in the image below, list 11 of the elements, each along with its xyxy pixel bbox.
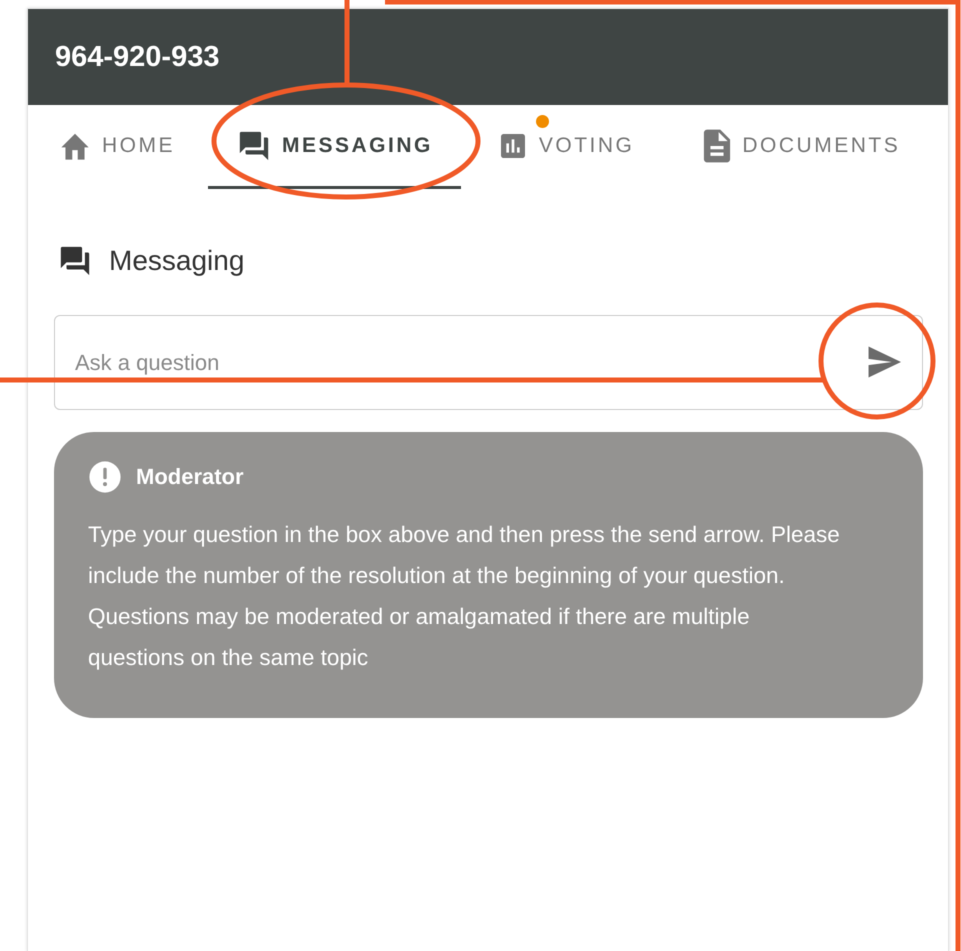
question-field[interactable]: Ask a question bbox=[54, 315, 923, 410]
nav-tab[interactable]: MESSAGING bbox=[208, 105, 461, 189]
nav-tab[interactable]: DOCUMENTS bbox=[699, 105, 904, 189]
alert-icon bbox=[88, 460, 122, 494]
nav-tab[interactable]: VOTING bbox=[494, 105, 638, 189]
meeting-id: 964-920-933 bbox=[55, 40, 220, 74]
sender-name: Moderator bbox=[136, 464, 244, 490]
nav-tab[interactable]: HOME bbox=[55, 105, 178, 189]
message-text: Type your question in the box above and then press the send arrow. Please include the number of the resolution at the beginning of your question. Questions may be moderated or amalgamated if there are multiple questions on the same topic bbox=[88, 521, 841, 672]
section-title: Messaging bbox=[109, 245, 244, 277]
document-icon bbox=[702, 128, 732, 164]
